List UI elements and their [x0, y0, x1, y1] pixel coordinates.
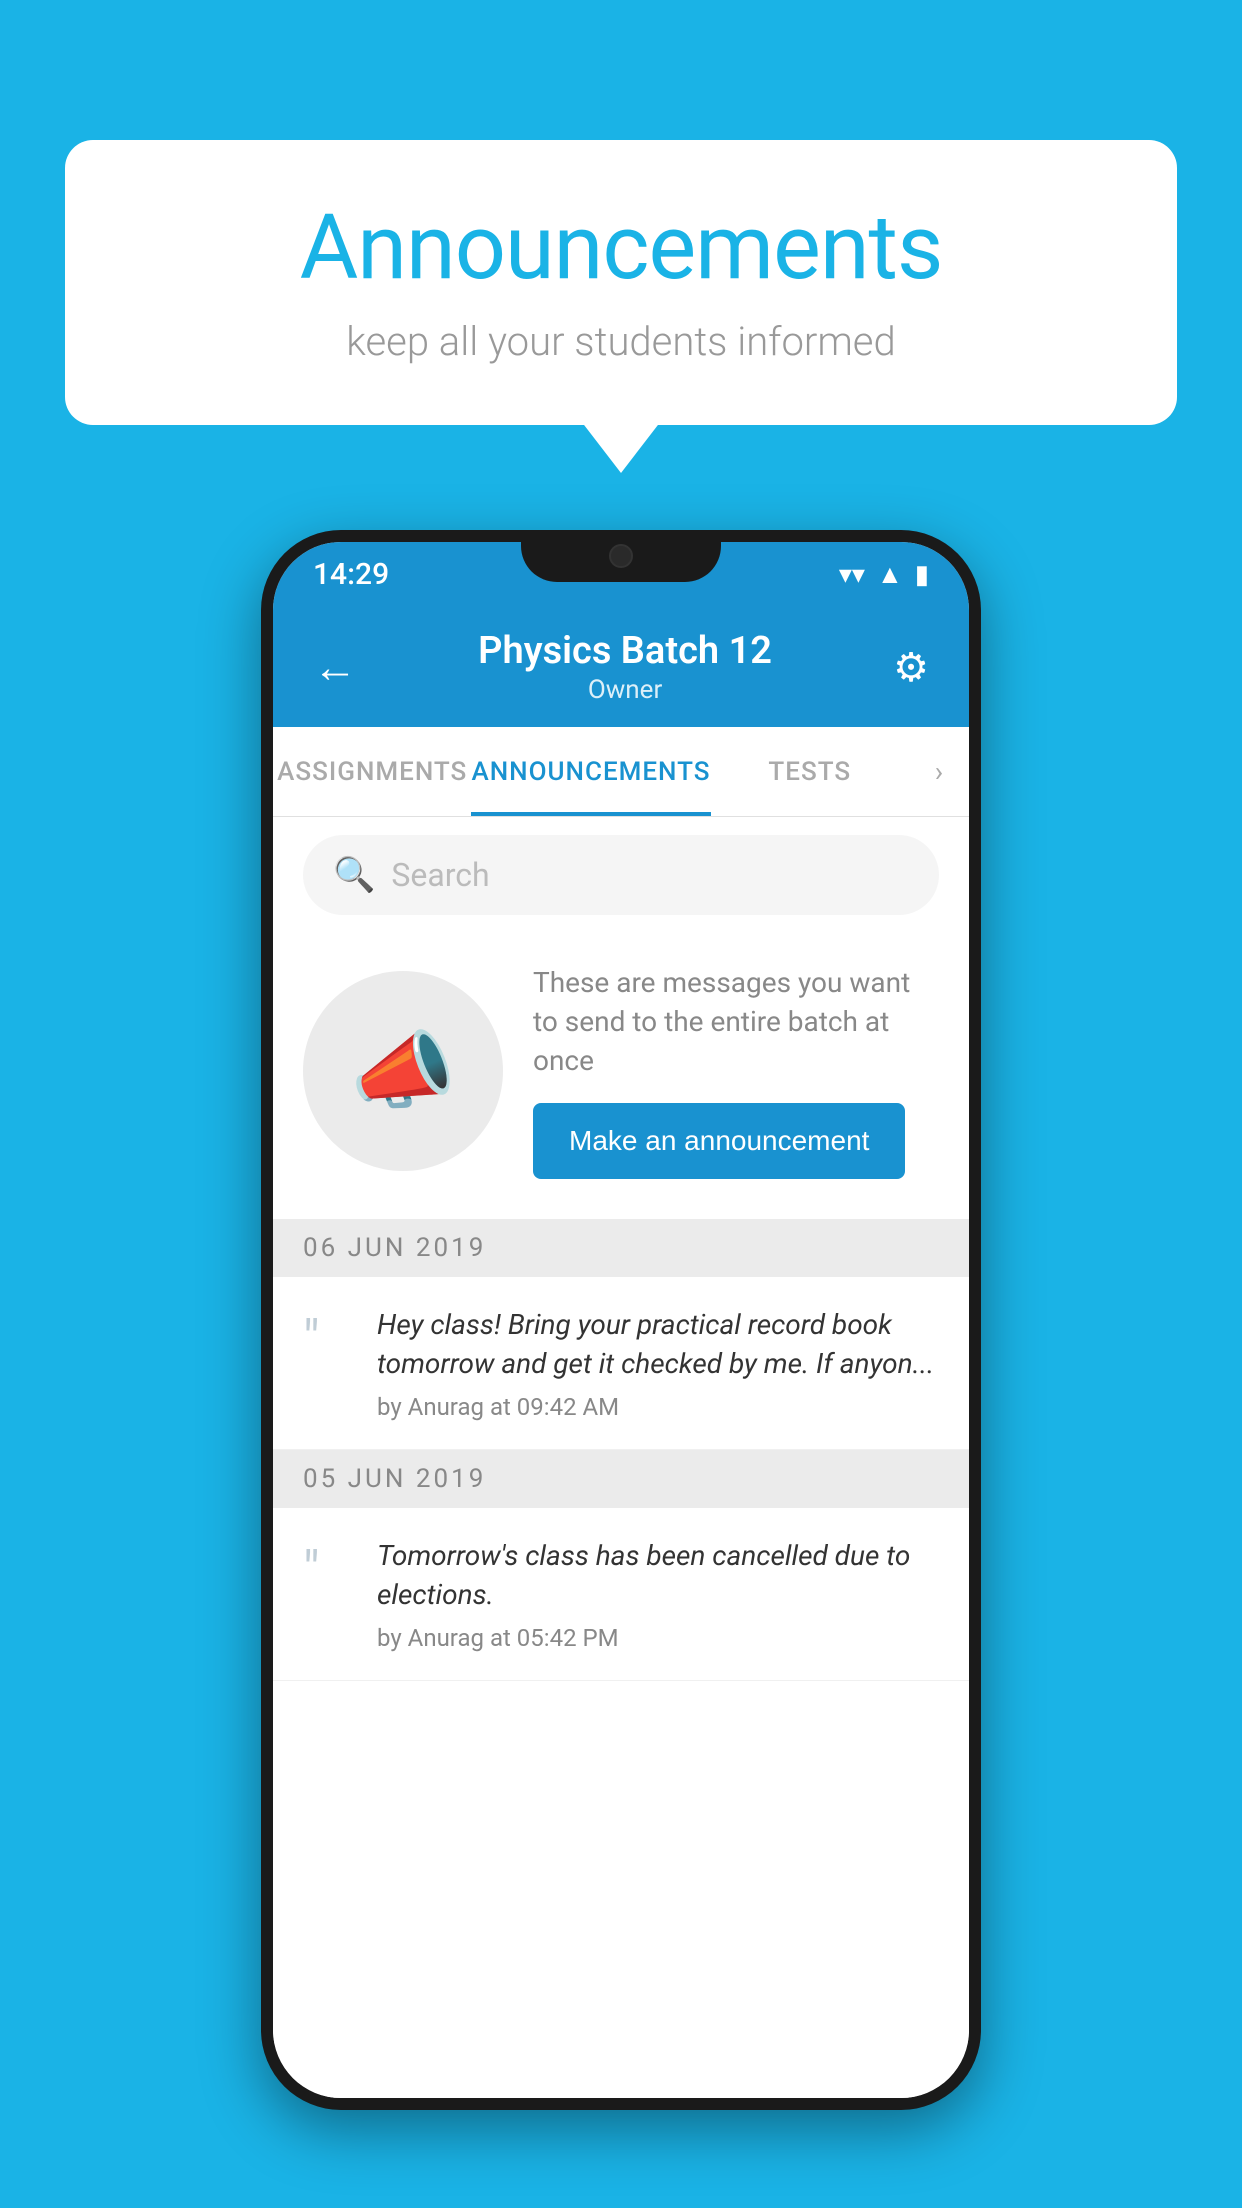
announcement-content-2: Tomorrow's class has been cancelled due …: [377, 1536, 939, 1652]
search-bar[interactable]: 🔍 Search: [303, 835, 939, 915]
phone-notch: [521, 530, 721, 582]
status-icons: ▾▾ ▲ ▮: [839, 559, 929, 590]
tab-announcements[interactable]: ANNOUNCEMENTS: [471, 727, 710, 816]
phone-outer: 14:29 ▾▾ ▲ ▮ ← Physics Batch 12 Owner ⚙: [261, 530, 981, 2110]
date-divider-2: 05 JUN 2019: [273, 1450, 969, 1508]
header-center: Physics Batch 12 Owner: [478, 629, 772, 705]
search-icon: 🔍: [333, 855, 375, 895]
header-subtitle: Owner: [478, 675, 772, 705]
wifi-icon: ▾▾: [839, 560, 865, 590]
date-divider-1: 06 JUN 2019: [273, 1219, 969, 1277]
promo-icon-circle: 📣: [303, 971, 503, 1171]
promo-right: These are messages you want to send to t…: [533, 963, 939, 1179]
speech-bubble-container: Announcements keep all your students inf…: [65, 140, 1177, 425]
tab-more[interactable]: ›: [909, 727, 969, 816]
bubble-subtitle: keep all your students informed: [125, 318, 1117, 365]
quote-icon-2: ": [303, 1540, 353, 1601]
promo-card: 📣 These are messages you want to send to…: [273, 933, 969, 1219]
phone-camera: [609, 544, 633, 568]
phone-wrapper: 14:29 ▾▾ ▲ ▮ ← Physics Batch 12 Owner ⚙: [261, 530, 981, 2110]
phone-screen: 14:29 ▾▾ ▲ ▮ ← Physics Batch 12 Owner ⚙: [273, 542, 969, 2098]
announcement-author-1: by Anurag at 09:42 AM: [377, 1393, 939, 1421]
promo-description: These are messages you want to send to t…: [533, 963, 939, 1081]
signal-icon: ▲: [877, 559, 903, 590]
app-header: ← Physics Batch 12 Owner ⚙: [273, 607, 969, 727]
announcement-author-2: by Anurag at 05:42 PM: [377, 1624, 939, 1652]
announcement-item-1[interactable]: " Hey class! Bring your practical record…: [273, 1277, 969, 1450]
make-announcement-button[interactable]: Make an announcement: [533, 1103, 905, 1179]
announcement-content-1: Hey class! Bring your practical record b…: [377, 1305, 939, 1421]
battery-icon: ▮: [915, 560, 929, 590]
search-placeholder: Search: [391, 856, 489, 894]
bubble-title: Announcements: [125, 195, 1117, 300]
tabs-bar: ASSIGNMENTS ANNOUNCEMENTS TESTS ›: [273, 727, 969, 817]
announcement-text-1: Hey class! Bring your practical record b…: [377, 1305, 939, 1383]
announcement-text-2: Tomorrow's class has been cancelled due …: [377, 1536, 939, 1614]
back-button[interactable]: ←: [313, 641, 357, 693]
status-time: 14:29: [313, 557, 389, 592]
megaphone-icon: 📣: [350, 1021, 456, 1121]
tab-assignments[interactable]: ASSIGNMENTS: [273, 727, 471, 816]
announcement-item-2[interactable]: " Tomorrow's class has been cancelled du…: [273, 1508, 969, 1681]
quote-icon-1: ": [303, 1309, 353, 1370]
search-container: 🔍 Search: [273, 817, 969, 933]
settings-button[interactable]: ⚙: [893, 644, 929, 691]
header-title: Physics Batch 12: [478, 629, 772, 673]
speech-bubble: Announcements keep all your students inf…: [65, 140, 1177, 425]
content-area: 🔍 Search 📣 These are messages you want t…: [273, 817, 969, 2098]
tab-tests[interactable]: TESTS: [711, 727, 909, 816]
